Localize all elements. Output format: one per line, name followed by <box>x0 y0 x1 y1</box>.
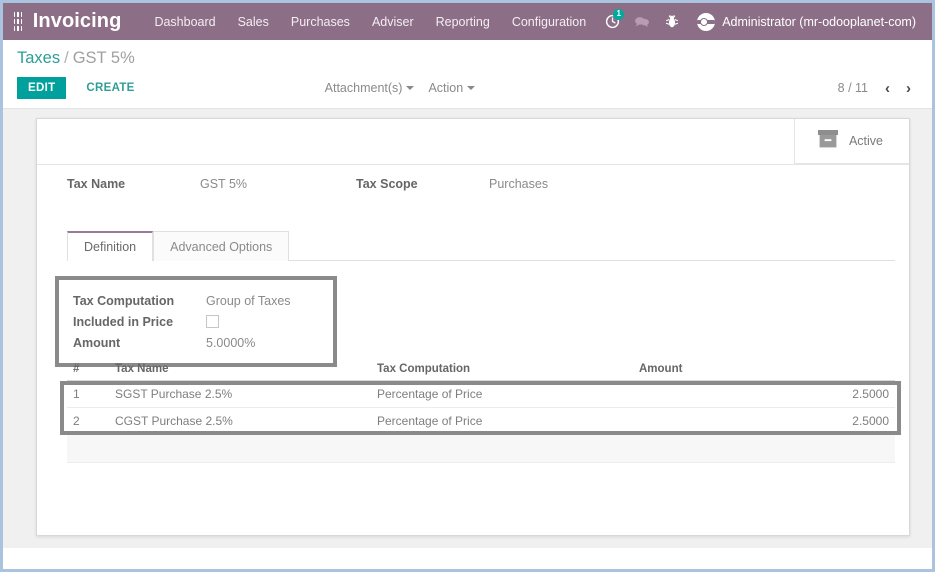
control-panel-dropdowns: Attachment(s) Action <box>325 81 476 95</box>
avatar <box>697 12 716 31</box>
menu-item-reporting[interactable]: Reporting <box>425 11 501 33</box>
children-taxes-table: # Tax Name Tax Computation Amount 1 SGST… <box>67 361 895 463</box>
menu-item-purchases[interactable]: Purchases <box>280 11 361 33</box>
menu-item-configuration[interactable]: Configuration <box>501 11 597 33</box>
cell-empty <box>109 434 371 463</box>
chat-bubble-icon[interactable] <box>627 10 657 34</box>
field-tax-scope-label: Tax Scope <box>356 177 418 191</box>
apps-grid-icon[interactable] <box>14 12 22 31</box>
cell-tax-computation: Percentage of Price <box>371 380 633 408</box>
form-sheet: Active Tax Name GST 5% Tax Scope Purchas… <box>36 118 910 536</box>
control-panel: Taxes / GST 5% EDIT CREATE Attachment(s) A… <box>3 40 932 108</box>
table-row[interactable]: 2 CGST Purchase 2.5% Percentage of Price… <box>67 407 895 435</box>
field-tax-computation: Tax Computation Group of Taxes <box>73 290 319 311</box>
user-name-label: Administrator (mr-odooplanet-com) <box>722 14 916 29</box>
control-panel-buttons-row: EDIT CREATE Attachment(s) Action 8 / 11 … <box>3 70 932 108</box>
included-in-price-checkbox[interactable] <box>206 315 219 328</box>
cell-empty <box>67 434 109 463</box>
field-included-in-price-label: Included in Price <box>73 314 174 329</box>
column-header-amount[interactable]: Amount <box>633 361 895 381</box>
cell-amount: 2.5000 <box>633 380 895 408</box>
chevron-down-icon <box>467 86 476 90</box>
archive-box-icon <box>817 129 839 154</box>
definition-group-highlighted: Tax Computation Group of Taxes Included … <box>55 276 337 367</box>
cell-sequence: 2 <box>67 407 109 435</box>
field-tax-name-value[interactable]: GST 5% <box>200 177 247 191</box>
main-menu: Dashboard Sales Purchases Adviser Report… <box>143 11 597 33</box>
activity-badge-count: 1 <box>613 8 625 20</box>
field-tax-scope: Tax Scope Purchases <box>356 177 548 191</box>
field-tax-computation-value[interactable]: Group of Taxes <box>206 294 291 308</box>
screenshot-root: Invoicing Dashboard Sales Purchases Advi… <box>0 0 935 572</box>
menu-item-sales[interactable]: Sales <box>227 11 280 33</box>
pager-counter: 8 / 11 <box>837 81 868 95</box>
field-tax-name-label: Tax Name <box>67 177 126 191</box>
cell-empty <box>371 434 633 463</box>
field-included-in-price: Included in Price <box>73 311 319 332</box>
field-amount-value[interactable]: 5.0000% <box>206 336 255 350</box>
user-menu[interactable]: Administrator (mr-odooplanet-com) <box>687 11 920 33</box>
action-dropdown[interactable]: Action <box>428 81 476 95</box>
form-fields-row: Tax Name GST 5% Tax Scope Purchases <box>37 177 909 191</box>
attachments-dropdown[interactable]: Attachment(s) <box>325 81 415 95</box>
edit-button[interactable]: EDIT <box>17 77 67 99</box>
table-head: # Tax Name Tax Computation Amount <box>67 361 895 381</box>
sheet-divider <box>37 164 909 165</box>
table-empty-footer-row <box>67 434 895 463</box>
activity-clock-icon[interactable]: 1 <box>597 8 627 34</box>
cell-tax-computation: Percentage of Price <box>371 407 633 435</box>
field-amount-label: Amount <box>73 335 121 350</box>
cell-amount: 2.5000 <box>633 407 895 435</box>
form-view-background: Active Tax Name GST 5% Tax Scope Purchas… <box>3 108 932 548</box>
menu-item-dashboard[interactable]: Dashboard <box>143 11 226 33</box>
children-taxes-table-wrapper: # Tax Name Tax Computation Amount 1 SGST… <box>60 361 901 463</box>
pager-previous-button[interactable]: ‹ <box>878 79 897 98</box>
column-header-tax-computation[interactable]: Tax Computation <box>371 361 633 381</box>
active-stat-label: Active <box>848 134 883 148</box>
menu-item-adviser[interactable]: Adviser <box>361 11 425 33</box>
breadcrumb-item-taxes[interactable]: Taxes <box>17 49 60 67</box>
breadcrumb-item-current: GST 5% <box>72 49 135 67</box>
table-body: 1 SGST Purchase 2.5% Percentage of Price… <box>67 380 895 463</box>
breadcrumb: Taxes / GST 5% <box>3 49 932 70</box>
column-header-sequence[interactable]: # <box>67 361 109 381</box>
create-button[interactable]: CREATE <box>76 77 144 99</box>
tab-advanced-options[interactable]: Advanced Options <box>153 231 290 261</box>
table-row[interactable]: 1 SGST Purchase 2.5% Percentage of Price… <box>67 380 895 408</box>
top-navbar: Invoicing Dashboard Sales Purchases Advi… <box>3 3 932 40</box>
chevron-down-icon <box>406 86 415 90</box>
attachments-dropdown-label: Attachment(s) <box>324 81 403 95</box>
cell-tax-name: CGST Purchase 2.5% <box>109 407 371 435</box>
bug-icon[interactable] <box>657 10 687 34</box>
form-fields-area: Tax Name GST 5% Tax Scope Purchases <box>37 177 909 191</box>
breadcrumb-separator: / <box>64 49 69 67</box>
table-header-row: # Tax Name Tax Computation Amount <box>67 361 895 381</box>
action-dropdown-label: Action <box>428 81 464 95</box>
cell-tax-name: SGST Purchase 2.5% <box>109 380 371 408</box>
app-brand-title[interactable]: Invoicing <box>33 10 122 33</box>
notebook-tabs: Definition Advanced Options <box>67 231 895 261</box>
pager-next-button[interactable]: › <box>899 79 918 98</box>
cell-sequence: 1 <box>67 380 109 408</box>
field-amount: Amount 5.0000% <box>73 332 319 353</box>
tab-definition[interactable]: Definition <box>67 231 154 261</box>
column-header-tax-name[interactable]: Tax Name <box>109 361 371 381</box>
pager: 8 / 11 ‹ › <box>838 79 932 98</box>
cell-empty <box>633 434 895 463</box>
field-tax-computation-label: Tax Computation <box>73 293 175 308</box>
field-tax-scope-value[interactable]: Purchases <box>489 177 548 191</box>
field-tax-name: Tax Name GST 5% <box>67 177 247 191</box>
active-stat-button[interactable]: Active <box>793 119 909 164</box>
navbar-right-group: 1 Administrator (mr-odooplanet-com) <box>597 8 922 34</box>
